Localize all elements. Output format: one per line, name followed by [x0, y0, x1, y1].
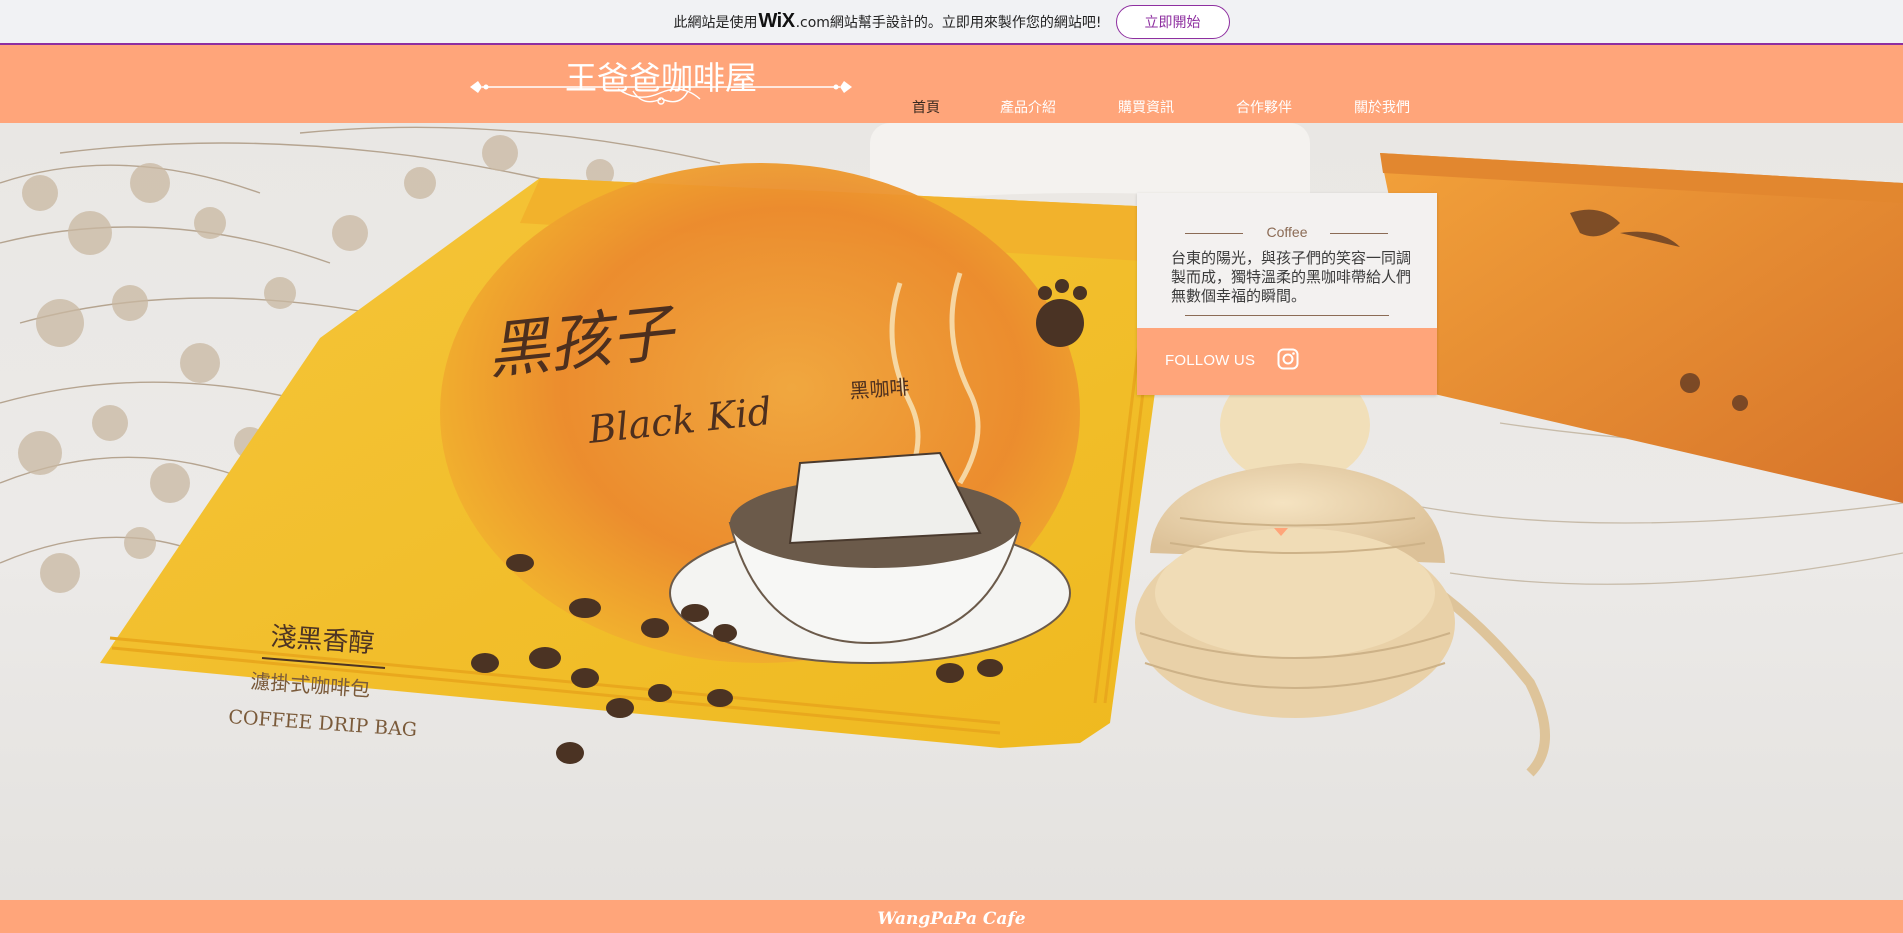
- card-pointer: [1274, 528, 1288, 536]
- promo-text-before: 此網站是使用: [673, 14, 758, 31]
- info-card-content: Coffee 台東的陽光，與孩子們的笑容一同調製而成，獨特溫柔的黑咖啡帶給人們無…: [1137, 193, 1437, 328]
- site-header: 王爸爸咖啡屋 首頁 產品介紹 購買資訊 合作夥伴 關於我們: [0, 45, 1903, 123]
- follow-us-label: FOLLOW US: [1165, 352, 1256, 369]
- nav-home[interactable]: 首頁: [912, 97, 940, 121]
- nav-partners[interactable]: 合作夥伴: [1236, 97, 1292, 121]
- start-now-button[interactable]: 立即開始: [1115, 4, 1230, 39]
- wix-promo-bar: 此網站是使用 WiX .com網站幫手設計的。立即用來製作您的網站吧! 立即開始: [0, 0, 1903, 45]
- packet-type-en: COFFEE DRIP BAG: [228, 706, 418, 741]
- info-card: Coffee 台東的陽光，與孩子們的笑容一同調製而成，獨特溫柔的黑咖啡帶給人們無…: [1137, 193, 1437, 536]
- footer-logo-text: WangPaPa Cafe: [877, 909, 1026, 929]
- promo-text: 此網站是使用 WiX .com網站幫手設計的。立即用來製作您的網站吧!: [673, 10, 1101, 33]
- nav-products[interactable]: 產品介紹: [1000, 97, 1056, 121]
- hero-image: 黑孩子 黑咖啡 Black Kid 淺黑香醇 濾掛式咖啡包 COFFEE DRI…: [0, 123, 1903, 900]
- knitted-hat: [1135, 365, 1550, 777]
- main-nav: 首頁 產品介紹 購買資訊 合作夥伴 關於我們: [890, 97, 1410, 121]
- instagram-icon[interactable]: [1277, 348, 1299, 370]
- card-heading: Coffee: [1266, 224, 1308, 240]
- paw-logo-icon: [1036, 279, 1087, 347]
- promo-text-after: .com網站幫手設計的。立即用來製作您的網站吧!: [795, 14, 1102, 31]
- nav-purchase-info[interactable]: 購買資訊: [1118, 97, 1174, 121]
- hero-photo: 黑孩子 黑咖啡 Black Kid 淺黑香醇 濾掛式咖啡包 COFFEE DRI…: [0, 123, 1903, 777]
- second-coffee-packet: [1380, 153, 1903, 503]
- packet-brand-cn: 黑咖啡: [849, 375, 911, 403]
- card-body-text: 台東的陽光，與孩子們的笑容一同調製而成，獨特溫柔的黑咖啡帶給人們無數個幸福的瞬間…: [1171, 249, 1412, 305]
- site-logo[interactable]: 王爸爸咖啡屋: [468, 45, 854, 123]
- wix-logo[interactable]: WiX: [758, 10, 795, 33]
- card-rule-bottom: [1185, 315, 1389, 316]
- coffee-drip-bag-packet: 黑孩子 黑咖啡 Black Kid 淺黑香醇 濾掛式咖啡包 COFFEE DRI…: [100, 163, 1180, 764]
- nav-about-us[interactable]: 關於我們: [1354, 97, 1410, 121]
- ornament-divider-icon: [470, 81, 852, 105]
- site-footer: WangPaPa Cafe: [0, 900, 1903, 933]
- follow-us-bar: FOLLOW US: [1137, 328, 1437, 536]
